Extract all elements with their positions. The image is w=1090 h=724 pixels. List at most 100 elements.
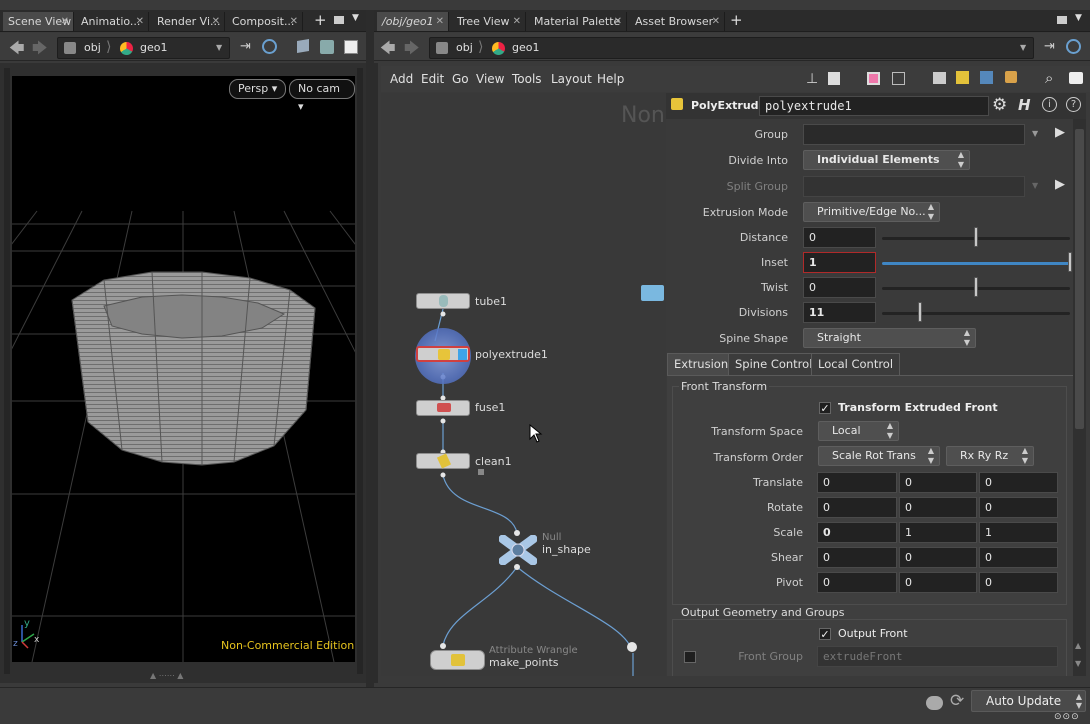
maximize-icon[interactable]: [1057, 16, 1067, 24]
tab-compositor[interactable]: Composit... ✕: [227, 12, 303, 31]
rotate-x-field[interactable]: 0: [817, 497, 897, 518]
split-group-field[interactable]: [803, 176, 1025, 197]
pane-menu-icon[interactable]: ▼: [352, 13, 359, 23]
thumbnail-mode-icon[interactable]: [892, 72, 905, 85]
group-select-arrow-icon[interactable]: ▶: [1055, 125, 1065, 140]
transform-space-combo[interactable]: Local ▲ ▼: [818, 421, 899, 441]
distance-field[interactable]: 0: [803, 227, 876, 248]
menu-add[interactable]: Add: [390, 72, 413, 86]
menu-tools[interactable]: Tools: [512, 72, 542, 86]
sticky-note-icon[interactable]: [956, 71, 969, 84]
split-select-arrow-icon[interactable]: ▶: [1055, 177, 1065, 192]
scale-y-field[interactable]: 1: [899, 522, 977, 543]
scale-z-field[interactable]: 1: [979, 522, 1058, 543]
link-icon[interactable]: [1066, 39, 1081, 54]
camera-icon[interactable]: [1069, 72, 1083, 84]
tab-tree-view[interactable]: Tree View ✕: [452, 12, 526, 31]
path-geo[interactable]: geo1: [512, 41, 539, 54]
transform-order-combo[interactable]: Scale Rot Trans ▲ ▼: [818, 446, 940, 466]
tab-extrusion[interactable]: Extrusion: [667, 353, 736, 375]
scene-viewport[interactable]: y x z Persp ▾ No cam ▾ Non-Commercial Ed…: [12, 76, 355, 662]
translate-z-field[interactable]: 0: [979, 472, 1058, 493]
info-icon[interactable]: i: [1042, 97, 1057, 112]
node-in-shape[interactable]: [498, 534, 538, 566]
divisions-field[interactable]: 11: [803, 302, 876, 323]
divisions-slider[interactable]: [882, 312, 1070, 315]
close-icon[interactable]: ✕: [436, 12, 444, 31]
back-arrow-icon[interactable]: 🡄: [380, 38, 396, 63]
add-tab-icon[interactable]: +: [730, 11, 743, 29]
close-icon[interactable]: ✕: [712, 12, 720, 31]
right-path-box[interactable]: obj ⟩ geo1 ▼: [429, 37, 1034, 59]
forward-arrow-icon[interactable]: 🡆: [32, 38, 48, 63]
tree-layout-icon[interactable]: ⊥: [806, 71, 818, 87]
list-mode-icon[interactable]: [828, 72, 840, 85]
divisions-slider-handle[interactable]: [917, 302, 922, 322]
display-options-icon[interactable]: [320, 40, 334, 54]
divide-into-combo[interactable]: Individual Elements ▲ ▼: [803, 150, 970, 170]
tab-local-control[interactable]: Local Control: [811, 353, 901, 375]
translate-y-field[interactable]: 0: [899, 472, 977, 493]
tab-network-geo1[interactable]: /obj/geo1 ✕: [377, 12, 449, 31]
network-box-icon[interactable]: [1005, 71, 1017, 83]
maximize-icon[interactable]: [334, 16, 344, 24]
scroll-up-icon[interactable]: ▲: [1075, 641, 1081, 650]
menu-go[interactable]: Go: [452, 72, 469, 86]
shear-y-field[interactable]: 0: [899, 547, 977, 568]
pivot-y-field[interactable]: 0: [899, 572, 977, 593]
inset-field[interactable]: 1: [803, 252, 876, 273]
pin-icon[interactable]: ⇥: [1044, 39, 1055, 54]
path-dropdown-icon[interactable]: ▼: [216, 43, 222, 52]
link-icon[interactable]: [262, 39, 277, 54]
menu-layout[interactable]: Layout: [551, 72, 592, 86]
distance-slider-handle[interactable]: [974, 227, 978, 247]
close-icon[interactable]: ✕: [212, 12, 220, 31]
pivot-z-field[interactable]: 0: [979, 572, 1058, 593]
image-icon[interactable]: [980, 71, 993, 84]
rotate-z-field[interactable]: 0: [979, 497, 1058, 518]
pane-divider[interactable]: [366, 10, 374, 687]
tab-scene-view[interactable]: Scene View ✕: [3, 12, 74, 31]
back-arrow-icon[interactable]: 🡄: [9, 38, 25, 63]
sticky-node[interactable]: [641, 285, 664, 301]
close-icon[interactable]: ✕: [61, 12, 69, 31]
rotation-order-combo[interactable]: Rx Ry Rz ▲ ▼: [946, 446, 1034, 466]
shear-x-field[interactable]: 0: [817, 547, 897, 568]
close-icon[interactable]: ✕: [513, 12, 521, 31]
grid-mode-icon[interactable]: [867, 72, 880, 85]
translate-x-field[interactable]: 0: [817, 472, 897, 493]
twist-slider-handle[interactable]: [974, 277, 978, 297]
pane-menu-icon[interactable]: ▼: [1075, 13, 1082, 23]
tab-render-view[interactable]: Render Vi... ✕: [152, 12, 225, 31]
path-obj[interactable]: obj: [456, 41, 473, 54]
extrusion-mode-combo[interactable]: Primitive/Edge No... ▲ ▼: [803, 202, 940, 222]
chat-icon[interactable]: [926, 696, 943, 710]
snapshot-icon[interactable]: [344, 40, 358, 54]
inset-slider-handle[interactable]: [1068, 252, 1072, 272]
menu-edit[interactable]: Edit: [421, 72, 444, 86]
transform-front-checkbox[interactable]: ✓: [819, 402, 831, 414]
node-clean1[interactable]: [416, 453, 470, 469]
rotate-y-field[interactable]: 0: [899, 497, 977, 518]
path-geo[interactable]: geo1: [140, 41, 167, 54]
close-icon[interactable]: ✕: [614, 12, 622, 31]
pane-collapse-handle[interactable]: ▲ ⋯⋯ ▲: [150, 672, 215, 680]
close-icon[interactable]: ✕: [290, 12, 298, 31]
tab-asset-browser[interactable]: Asset Browser ✕: [630, 12, 725, 31]
node-tube1[interactable]: [416, 293, 470, 309]
path-dropdown-icon[interactable]: ▼: [1020, 43, 1026, 52]
refresh-icon[interactable]: ⟳: [950, 691, 964, 711]
select-mode-icon[interactable]: [297, 38, 309, 54]
tab-animation[interactable]: Animatio... ✕: [76, 12, 149, 31]
menu-help[interactable]: Help: [597, 72, 624, 86]
scrollbar-thumb[interactable]: [1075, 129, 1084, 429]
scale-x-field[interactable]: 0: [817, 522, 897, 543]
split-dropdown-icon[interactable]: ▼: [1032, 181, 1038, 190]
node-polyextrude1[interactable]: [416, 346, 470, 362]
node-fuse1[interactable]: [416, 400, 470, 416]
close-icon[interactable]: ✕: [136, 12, 144, 31]
gear-icon[interactable]: ⚙: [992, 95, 1007, 115]
auto-update-combo[interactable]: Auto Update ▲ ▼: [971, 690, 1086, 712]
search-icon[interactable]: ⌕: [1045, 69, 1053, 87]
node-name-field[interactable]: polyextrude1: [759, 96, 989, 116]
